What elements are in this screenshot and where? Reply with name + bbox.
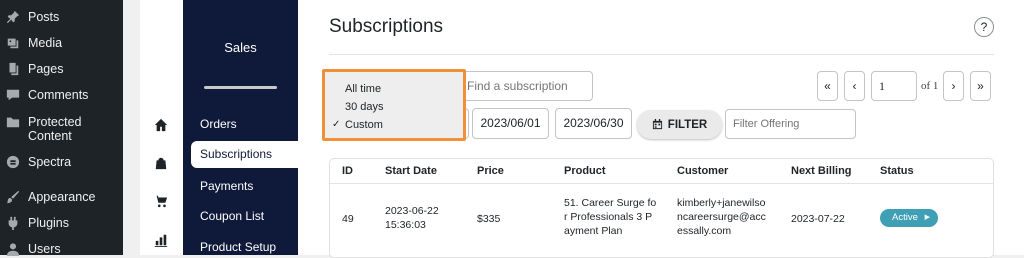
wp-menu-comments[interactable]: Comments — [0, 88, 123, 102]
wp-menu-label: Plugins — [28, 216, 69, 230]
cell-customer-line: essally.com — [677, 225, 732, 237]
store-icon[interactable] — [154, 156, 168, 170]
sales-nav-divider — [204, 86, 277, 89]
title-divider — [329, 54, 994, 55]
cart-icon[interactable] — [154, 194, 168, 208]
media-icon — [6, 36, 20, 50]
check-icon: ✓ — [332, 119, 341, 130]
sales-nav-item-coupon-list[interactable]: Coupon List — [200, 209, 264, 223]
spectra-icon — [6, 155, 20, 169]
sales-nav-item-orders[interactable]: Orders — [200, 117, 237, 131]
sales-nav-title: Sales — [224, 40, 257, 55]
wp-menu-appearance[interactable]: Appearance — [0, 190, 123, 204]
prev-page-button[interactable]: ‹ — [844, 71, 865, 101]
brush-icon — [6, 190, 20, 204]
date-range-dropdown: All time 30 days ✓ Custom — [322, 69, 466, 141]
cell-start-date: 2023-06-22 — [385, 205, 439, 217]
wp-menu-posts[interactable]: Posts — [0, 10, 123, 24]
wp-menu-media[interactable]: Media — [0, 36, 123, 50]
wp-menu-label: Protected Content — [28, 115, 82, 143]
sales-nav-item-product-setup[interactable]: Product Setup — [200, 240, 276, 254]
header-divider — [330, 183, 993, 184]
search-input[interactable]: Find a subscription — [458, 71, 593, 101]
plugin-icon — [6, 216, 20, 230]
user-icon — [6, 242, 20, 256]
wp-admin-sidebar: Posts Media Pages Comments Protected Con… — [0, 0, 123, 256]
sales-nav-item-payments[interactable]: Payments — [200, 179, 253, 193]
wp-menu-users[interactable]: Users — [0, 242, 123, 256]
app-icon-rail — [140, 0, 183, 255]
help-button[interactable]: ? — [974, 17, 994, 37]
column-header-product[interactable]: Product — [564, 165, 606, 177]
play-icon: ▶ — [924, 214, 930, 221]
first-page-button[interactable]: « — [817, 71, 838, 101]
dropdown-option-30-days[interactable]: 30 days — [345, 101, 384, 113]
home-icon[interactable] — [154, 118, 168, 132]
wp-menu-spectra[interactable]: Spectra — [0, 155, 123, 169]
filter-button[interactable]: FILTER — [637, 110, 722, 139]
calendar-icon — [652, 119, 662, 130]
wp-menu-label: Media — [28, 36, 63, 50]
cell-customer-line: kimberly+janewilso — [677, 197, 766, 209]
sales-nav-item-subscriptions[interactable]: Subscriptions — [191, 141, 298, 168]
column-header-price[interactable]: Price — [477, 165, 504, 177]
next-page-button[interactable]: › — [943, 71, 964, 101]
wp-menu-label: Spectra — [28, 155, 72, 169]
cell-product-line: 51. Career Surge fo — [564, 197, 657, 209]
column-header-start-date[interactable]: Start Date — [385, 165, 437, 177]
cell-product-line: ayment Plan — [564, 225, 623, 237]
dropdown-option-custom[interactable]: Custom — [345, 119, 383, 131]
cell-product-line: r Professionals 3 P — [564, 211, 653, 223]
sales-nav: Sales Orders Subscriptions Payments Coup… — [183, 0, 298, 255]
column-header-customer[interactable]: Customer — [677, 165, 728, 177]
page-number-input[interactable]: 1 — [871, 71, 917, 101]
last-page-button[interactable]: » — [970, 71, 991, 101]
pin-icon — [6, 10, 20, 24]
dropdown-option-all-time[interactable]: All time — [345, 83, 381, 95]
cell-customer-line: ncareersurge@acc — [677, 211, 766, 223]
end-date-input[interactable]: 2023/06/30 — [555, 108, 632, 139]
comments-icon — [6, 88, 20, 102]
pages-icon — [6, 62, 20, 76]
column-header-next-billing[interactable]: Next Billing — [791, 165, 852, 177]
filter-button-label: FILTER — [667, 118, 708, 131]
content-gutter — [123, 0, 140, 255]
cell-next-billing: 2023-07-22 — [791, 213, 845, 225]
status-badge[interactable]: Active ▶ — [880, 209, 938, 227]
cell-id: 49 — [342, 213, 354, 225]
column-header-id[interactable]: ID — [342, 165, 353, 177]
status-badge-label: Active — [892, 212, 918, 223]
wp-menu-label: Users — [28, 242, 61, 256]
page-title: Subscriptions — [329, 16, 444, 37]
subscriptions-table: ID Start Date Price Product Customer Nex… — [329, 158, 994, 258]
wp-menu-plugins[interactable]: Plugins — [0, 216, 123, 230]
wp-menu-label: Appearance — [28, 190, 96, 204]
column-header-status[interactable]: Status — [880, 165, 914, 177]
start-date-input[interactable]: 2023/06/01 — [472, 108, 549, 139]
wp-menu-label: Pages — [28, 62, 64, 76]
wp-menu-pages[interactable]: Pages — [0, 62, 123, 76]
folder-icon — [6, 115, 20, 129]
wp-menu-label: Posts — [28, 10, 60, 24]
cell-price: $335 — [477, 213, 501, 225]
wp-menu-label: Comments — [28, 88, 89, 102]
chart-icon[interactable] — [154, 233, 168, 247]
filter-offering-input[interactable]: Filter Offering — [725, 109, 856, 139]
page-count-label: of 1 — [921, 80, 939, 92]
wp-menu-protected-content[interactable]: Protected Content — [0, 115, 123, 143]
cell-start-time: 15:36:03 — [385, 219, 426, 231]
